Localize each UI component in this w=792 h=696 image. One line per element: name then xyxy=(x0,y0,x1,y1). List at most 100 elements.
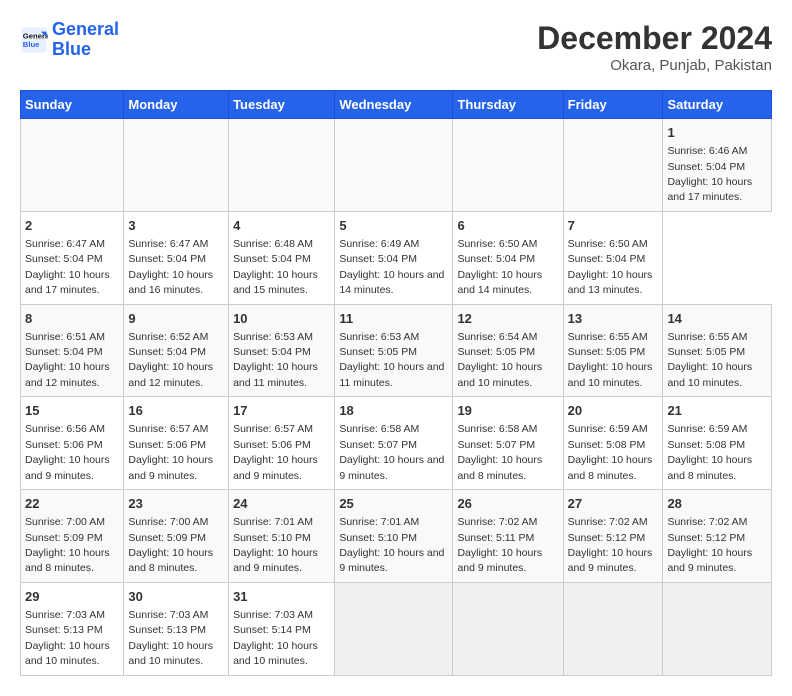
title-block: December 2024 Okara, Punjab, Pakistan xyxy=(537,20,772,74)
day-cell-2: 2Sunrise: 6:47 AMSunset: 5:04 PMDaylight… xyxy=(21,211,124,304)
empty-cell xyxy=(335,582,453,675)
day-number: 5 xyxy=(339,217,448,235)
empty-cell xyxy=(453,582,563,675)
day-number: 22 xyxy=(25,495,119,513)
day-number: 12 xyxy=(457,310,558,328)
day-cell-1: 1Sunrise: 6:46 AMSunset: 5:04 PMDaylight… xyxy=(663,119,772,212)
day-info: Sunrise: 7:03 AMSunset: 5:13 PMDaylight:… xyxy=(128,609,213,667)
day-info: Sunrise: 7:00 AMSunset: 5:09 PMDaylight:… xyxy=(25,516,110,574)
col-header-friday: Friday xyxy=(563,91,663,119)
day-number: 13 xyxy=(568,310,659,328)
col-header-saturday: Saturday xyxy=(663,91,772,119)
day-cell-21: 21Sunrise: 6:59 AMSunset: 5:08 PMDayligh… xyxy=(663,397,772,490)
empty-cell xyxy=(663,582,772,675)
empty-cell xyxy=(124,119,229,212)
logo-text: GeneralBlue xyxy=(52,20,119,60)
empty-cell xyxy=(453,119,563,212)
day-number: 26 xyxy=(457,495,558,513)
day-info: Sunrise: 6:59 AMSunset: 5:08 PMDaylight:… xyxy=(568,423,653,481)
week-row-3: 8Sunrise: 6:51 AMSunset: 5:04 PMDaylight… xyxy=(21,304,772,397)
day-number: 4 xyxy=(233,217,330,235)
day-number: 16 xyxy=(128,402,224,420)
day-cell-29: 29Sunrise: 7:03 AMSunset: 5:13 PMDayligh… xyxy=(21,582,124,675)
day-info: Sunrise: 6:47 AMSunset: 5:04 PMDaylight:… xyxy=(128,238,213,296)
day-info: Sunrise: 7:01 AMSunset: 5:10 PMDaylight:… xyxy=(233,516,318,574)
empty-cell xyxy=(563,582,663,675)
day-cell-5: 5 Sunrise: 6:49 AMSunset: 5:04 PMDaylight… xyxy=(335,211,453,304)
day-cell-25: 25 Sunrise: 7:01 AMSunset: 5:10 PMDayligh… xyxy=(335,490,453,583)
day-cell-30: 30Sunrise: 7:03 AMSunset: 5:13 PMDayligh… xyxy=(124,582,229,675)
empty-cell xyxy=(563,119,663,212)
day-number: 15 xyxy=(25,402,119,420)
day-number: 25 xyxy=(339,495,448,513)
day-number: 14 xyxy=(667,310,767,328)
day-number: 1 xyxy=(667,124,767,142)
day-cell-4: 4 Sunrise: 6:48 AMSunset: 5:04 PMDaylight… xyxy=(229,211,335,304)
day-cell-17: 17Sunrise: 6:57 AMSunset: 5:06 PMDayligh… xyxy=(229,397,335,490)
day-number: 9 xyxy=(128,310,224,328)
week-row-1: 1Sunrise: 6:46 AMSunset: 5:04 PMDaylight… xyxy=(21,119,772,212)
day-cell-6: 6Sunrise: 6:50 AMSunset: 5:04 PMDaylight… xyxy=(453,211,563,304)
day-cell-26: 26 Sunrise: 7:02 AMSunset: 5:11 PMDayligh… xyxy=(453,490,563,583)
day-cell-3: 3Sunrise: 6:47 AMSunset: 5:04 PMDaylight… xyxy=(124,211,229,304)
day-info: Sunrise: 6:53 AMSunset: 5:04 PMDaylight:… xyxy=(233,331,318,389)
day-cell-28: 28 Sunrise: 7:02 AMSunset: 5:12 PMDayligh… xyxy=(663,490,772,583)
day-info: Sunrise: 6:57 AMSunset: 5:06 PMDaylight:… xyxy=(233,423,318,481)
day-info: Sunrise: 6:56 AMSunset: 5:06 PMDaylight:… xyxy=(25,423,110,481)
day-cell-12: 12 Sunrise: 6:54 AMSunset: 5:05 PMDayligh… xyxy=(453,304,563,397)
day-info: Sunrise: 6:57 AMSunset: 5:06 PMDaylight:… xyxy=(128,423,213,481)
day-cell-24: 24Sunrise: 7:01 AMSunset: 5:10 PMDayligh… xyxy=(229,490,335,583)
col-header-sunday: Sunday xyxy=(21,91,124,119)
day-number: 31 xyxy=(233,588,330,606)
empty-cell xyxy=(335,119,453,212)
day-info: Sunrise: 7:01 AMSunset: 5:10 PMDaylight:… xyxy=(339,516,444,574)
day-number: 28 xyxy=(667,495,767,513)
day-info: Sunrise: 6:48 AMSunset: 5:04 PMDaylight:… xyxy=(233,238,318,296)
day-info: Sunrise: 6:55 AMSunset: 5:05 PMDaylight:… xyxy=(667,331,752,389)
col-header-tuesday: Tuesday xyxy=(229,91,335,119)
day-number: 10 xyxy=(233,310,330,328)
day-cell-22: 22 Sunrise: 7:00 AMSunset: 5:09 PMDayligh… xyxy=(21,490,124,583)
week-row-4: 15 Sunrise: 6:56 AMSunset: 5:06 PMDayligh… xyxy=(21,397,772,490)
svg-text:Blue: Blue xyxy=(23,40,40,49)
day-info: Sunrise: 6:49 AMSunset: 5:04 PMDaylight:… xyxy=(339,238,444,296)
day-cell-18: 18Sunrise: 6:58 AMSunset: 5:07 PMDayligh… xyxy=(335,397,453,490)
col-header-thursday: Thursday xyxy=(453,91,563,119)
day-cell-27: 27 Sunrise: 7:02 AMSunset: 5:12 PMDayligh… xyxy=(563,490,663,583)
day-number: 18 xyxy=(339,402,448,420)
day-number: 27 xyxy=(568,495,659,513)
day-info: Sunrise: 7:02 AMSunset: 5:12 PMDaylight:… xyxy=(667,516,752,574)
main-title: December 2024 xyxy=(537,20,772,57)
day-info: Sunrise: 7:02 AMSunset: 5:11 PMDaylight:… xyxy=(457,516,542,574)
logo: General Blue GeneralBlue xyxy=(20,20,119,60)
day-info: Sunrise: 6:54 AMSunset: 5:05 PMDaylight:… xyxy=(457,331,542,389)
day-info: Sunrise: 7:00 AMSunset: 5:09 PMDaylight:… xyxy=(128,516,213,574)
day-info: Sunrise: 6:50 AMSunset: 5:04 PMDaylight:… xyxy=(568,238,653,296)
day-info: Sunrise: 6:58 AMSunset: 5:07 PMDaylight:… xyxy=(457,423,542,481)
day-cell-14: 14 Sunrise: 6:55 AMSunset: 5:05 PMDayligh… xyxy=(663,304,772,397)
day-number: 8 xyxy=(25,310,119,328)
empty-cell xyxy=(229,119,335,212)
day-cell-8: 8Sunrise: 6:51 AMSunset: 5:04 PMDaylight… xyxy=(21,304,124,397)
day-number: 7 xyxy=(568,217,659,235)
day-info: Sunrise: 6:53 AMSunset: 5:05 PMDaylight:… xyxy=(339,331,444,389)
day-cell-13: 13 Sunrise: 6:55 AMSunset: 5:05 PMDayligh… xyxy=(563,304,663,397)
day-number: 20 xyxy=(568,402,659,420)
day-info: Sunrise: 6:52 AMSunset: 5:04 PMDaylight:… xyxy=(128,331,213,389)
day-cell-19: 19 Sunrise: 6:58 AMSunset: 5:07 PMDayligh… xyxy=(453,397,563,490)
day-info: Sunrise: 7:03 AMSunset: 5:13 PMDaylight:… xyxy=(25,609,110,667)
day-info: Sunrise: 6:47 AMSunset: 5:04 PMDaylight:… xyxy=(25,238,110,296)
day-info: Sunrise: 7:03 AMSunset: 5:14 PMDaylight:… xyxy=(233,609,318,667)
col-header-wednesday: Wednesday xyxy=(335,91,453,119)
day-number: 19 xyxy=(457,402,558,420)
day-info: Sunrise: 6:55 AMSunset: 5:05 PMDaylight:… xyxy=(568,331,653,389)
day-number: 23 xyxy=(128,495,224,513)
logo-icon: General Blue xyxy=(20,26,48,54)
day-cell-15: 15 Sunrise: 6:56 AMSunset: 5:06 PMDayligh… xyxy=(21,397,124,490)
day-info: Sunrise: 7:02 AMSunset: 5:12 PMDaylight:… xyxy=(568,516,653,574)
day-cell-7: 7 Sunrise: 6:50 AMSunset: 5:04 PMDaylight… xyxy=(563,211,663,304)
day-cell-31: 31 Sunrise: 7:03 AMSunset: 5:14 PMDayligh… xyxy=(229,582,335,675)
day-cell-9: 9 Sunrise: 6:52 AMSunset: 5:04 PMDaylight… xyxy=(124,304,229,397)
day-cell-10: 10 Sunrise: 6:53 AMSunset: 5:04 PMDayligh… xyxy=(229,304,335,397)
week-row-5: 22 Sunrise: 7:00 AMSunset: 5:09 PMDayligh… xyxy=(21,490,772,583)
